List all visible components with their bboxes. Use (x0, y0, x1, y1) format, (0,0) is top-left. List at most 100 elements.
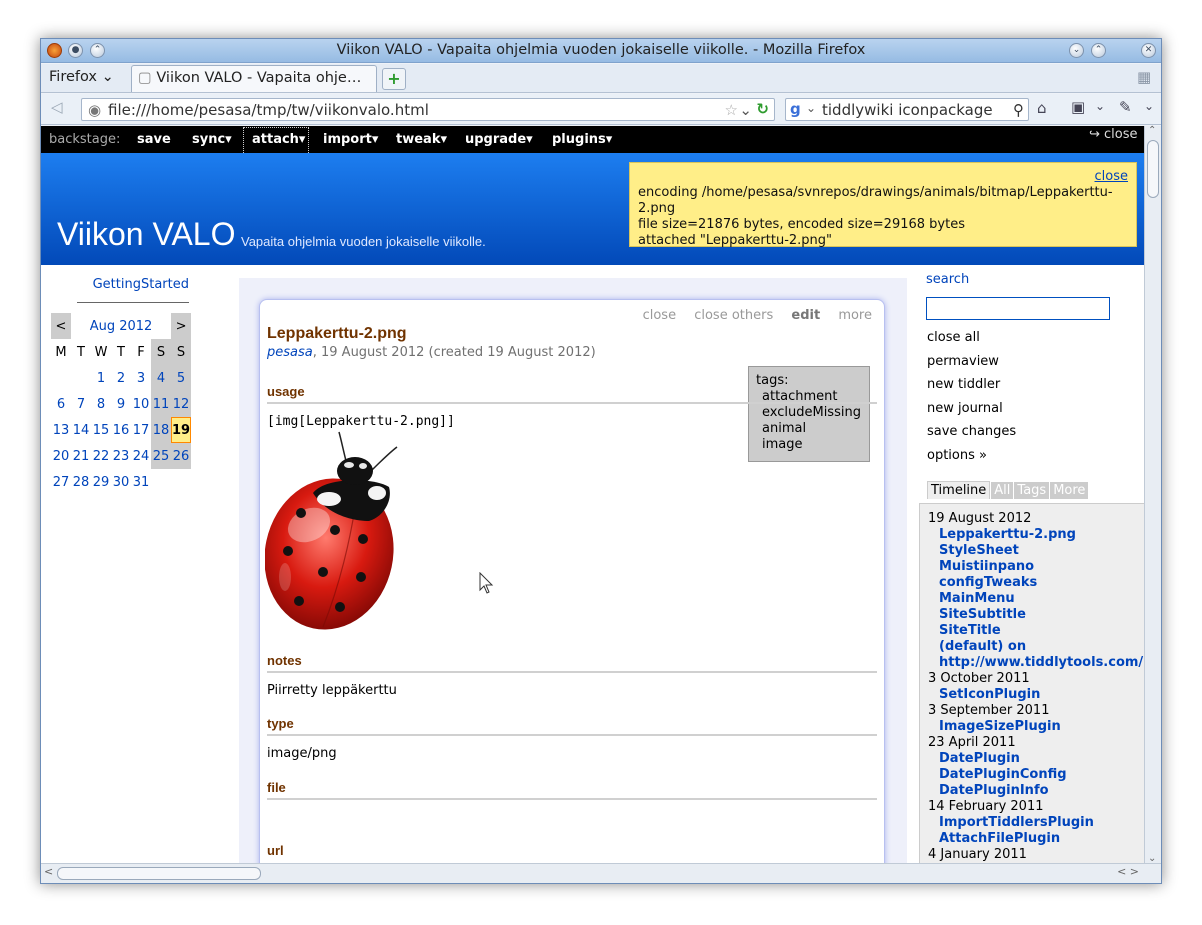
addon-dropdown-icon[interactable]: ⌄ (1144, 99, 1154, 113)
close-window-icon[interactable]: ✕ (1141, 43, 1156, 58)
url-bar[interactable]: ◉ file:///home/pesasa/tmp/tw/viikonvalo.… (81, 98, 775, 121)
bookmarks-dropdown-icon[interactable]: ⌄ (1095, 99, 1105, 113)
calendar-day[interactable]: 24 (131, 443, 151, 469)
calendar-day[interactable]: 5 (171, 365, 192, 391)
close-tiddler-button[interactable]: close (643, 308, 676, 323)
calendar-next-button[interactable]: > (171, 313, 192, 339)
calendar-day[interactable]: 16 (111, 417, 131, 443)
backstage-close[interactable]: ↪ close (1089, 127, 1138, 142)
backstage-upgrade[interactable]: upgrade▾ (465, 132, 533, 147)
edit-tiddler-button[interactable]: edit (791, 308, 820, 323)
tag-link[interactable]: image (756, 437, 862, 453)
url-dropdown-icon[interactable]: ⌄ (739, 101, 752, 119)
save-changes-button[interactable]: save changes (927, 420, 1016, 444)
calendar-day[interactable]: 21 (71, 443, 91, 469)
timeline-tiddler-link[interactable]: (default) on (928, 639, 1136, 655)
tab-groups-icon[interactable]: ▦ (1137, 68, 1151, 86)
calendar-day[interactable]: 28 (71, 469, 91, 495)
calendar-day[interactable]: 22 (91, 443, 111, 469)
timeline-tiddler-link[interactable]: Muistiinpano (928, 559, 1136, 575)
vertical-scroll-thumb[interactable] (1147, 140, 1159, 198)
calendar-day[interactable]: 10 (131, 391, 151, 417)
horizontal-scroll-thumb[interactable] (57, 867, 261, 880)
search-input[interactable] (926, 297, 1110, 320)
timeline-tiddler-link[interactable]: MainMenu (928, 591, 1136, 607)
message-close-link[interactable]: close (638, 169, 1128, 185)
close-all-button[interactable]: close all (927, 326, 1016, 350)
calendar-day[interactable]: 13 (51, 417, 71, 443)
backstage-plugins[interactable]: plugins▾ (552, 132, 612, 147)
backstage-save[interactable]: save (137, 132, 171, 147)
calendar-day[interactable]: 30 (111, 469, 131, 495)
web-search-field[interactable]: g ⌄ tiddlywiki iconpackage ⚲ (785, 98, 1029, 121)
tab-more[interactable]: More (1050, 482, 1089, 499)
backstage-tweak[interactable]: tweak▾ (396, 132, 447, 147)
timeline-tiddler-link[interactable]: SetIconPlugin (928, 687, 1136, 703)
backstage-attach[interactable]: attach▾ (252, 132, 305, 147)
modifier-link[interactable]: pesasa (267, 345, 313, 360)
minimize-icon[interactable]: ⌄ (1069, 43, 1084, 58)
scroll-up-icon[interactable]: ⌃ (1148, 125, 1156, 136)
vertical-scrollbar[interactable]: ⌃ ⌄ (1144, 125, 1161, 865)
new-tiddler-button[interactable]: new tiddler (927, 373, 1016, 397)
calendar-day[interactable]: 17 (131, 417, 151, 443)
calendar-day[interactable]: 18 (151, 417, 171, 443)
calendar-day[interactable]: 23 (111, 443, 131, 469)
timeline-tiddler-link[interactable]: AttachFilePlugin (928, 831, 1136, 847)
close-others-button[interactable]: close others (694, 308, 773, 323)
reload-icon[interactable]: ↻ (756, 100, 769, 118)
calendar-month[interactable]: Aug 2012 (71, 313, 171, 339)
tab-timeline[interactable]: Timeline (927, 481, 991, 499)
calendar-day[interactable]: 7 (71, 391, 91, 417)
calendar-prev-button[interactable]: < (51, 313, 71, 339)
bookmarks-icon[interactable]: ▣ (1071, 98, 1085, 116)
browser-tab[interactable]: ▢ Viikon VALO - Vapaita ohje… (131, 65, 377, 92)
backstage-import[interactable]: import▾ (323, 132, 378, 147)
calendar-day[interactable]: 11 (151, 391, 171, 417)
calendar-day[interactable]: 9 (111, 391, 131, 417)
timeline-tiddler-link[interactable]: SiteSubtitle (928, 607, 1136, 623)
calendar-day[interactable]: 29 (91, 469, 111, 495)
search-engine-dropdown-icon[interactable]: ⌄ (806, 101, 816, 115)
calendar-day[interactable]: 27 (51, 469, 71, 495)
more-button[interactable]: more (838, 308, 872, 323)
calendar-day[interactable]: 6 (51, 391, 71, 417)
timeline-tiddler-link[interactable]: DatePlugin (928, 751, 1136, 767)
calendar-day[interactable]: 26 (171, 443, 192, 469)
bookmark-star-icon[interactable]: ☆ (725, 101, 738, 119)
timeline-tiddler-link[interactable]: Leppakerttu-2.png (928, 527, 1136, 543)
maximize-icon[interactable]: ⌃ (1091, 43, 1106, 58)
home-icon[interactable]: ⌂ (1037, 99, 1047, 117)
addon-tool-icon[interactable]: ✎ (1119, 98, 1132, 116)
timeline-tiddler-link[interactable]: DatePluginConfig (928, 767, 1136, 783)
backstage-sync[interactable]: sync▾ (192, 132, 232, 147)
site-title[interactable]: Viikon VALO (57, 216, 235, 253)
calendar-day[interactable]: 3 (131, 365, 151, 391)
calendar-day[interactable]: 8 (91, 391, 111, 417)
timeline-tiddler-link[interactable]: ImportTiddlersPlugin (928, 815, 1136, 831)
timeline-tiddler-link[interactable]: StyleSheet (928, 543, 1136, 559)
scroll-right-icon[interactable]: < > (1117, 865, 1139, 878)
timeline-tiddler-link[interactable]: ImageSizePlugin (928, 719, 1136, 735)
calendar-day[interactable]: 1 (91, 365, 111, 391)
search-icon[interactable]: ⚲ (1013, 101, 1024, 119)
getting-started-link[interactable]: GettingStarted (93, 277, 189, 292)
options-button[interactable]: options » (927, 444, 1016, 468)
calendar-day[interactable]: 19 (171, 417, 192, 443)
calendar-day[interactable]: 20 (51, 443, 71, 469)
new-tab-button[interactable]: + (382, 68, 406, 90)
calendar-day[interactable]: 2 (111, 365, 131, 391)
calendar-day[interactable]: 12 (171, 391, 192, 417)
scroll-left-icon[interactable]: < (44, 865, 53, 878)
firefox-menu[interactable]: Firefox ⌄ (49, 69, 114, 85)
timeline-tiddler-link[interactable]: SiteTitle (928, 623, 1136, 639)
permaview-button[interactable]: permaview (927, 350, 1016, 374)
timeline-tiddler-link[interactable]: DatePluginInfo (928, 783, 1136, 799)
new-journal-button[interactable]: new journal (927, 397, 1016, 421)
timeline-tiddler-link[interactable]: http://www.tiddlytools.com/ (928, 655, 1143, 671)
timeline-tiddler-link[interactable]: configTweaks (928, 575, 1136, 591)
tab-all[interactable]: All (991, 482, 1014, 499)
calendar-day[interactable]: 25 (151, 443, 171, 469)
tab-tags[interactable]: Tags (1014, 482, 1050, 499)
calendar-day[interactable]: 15 (91, 417, 111, 443)
